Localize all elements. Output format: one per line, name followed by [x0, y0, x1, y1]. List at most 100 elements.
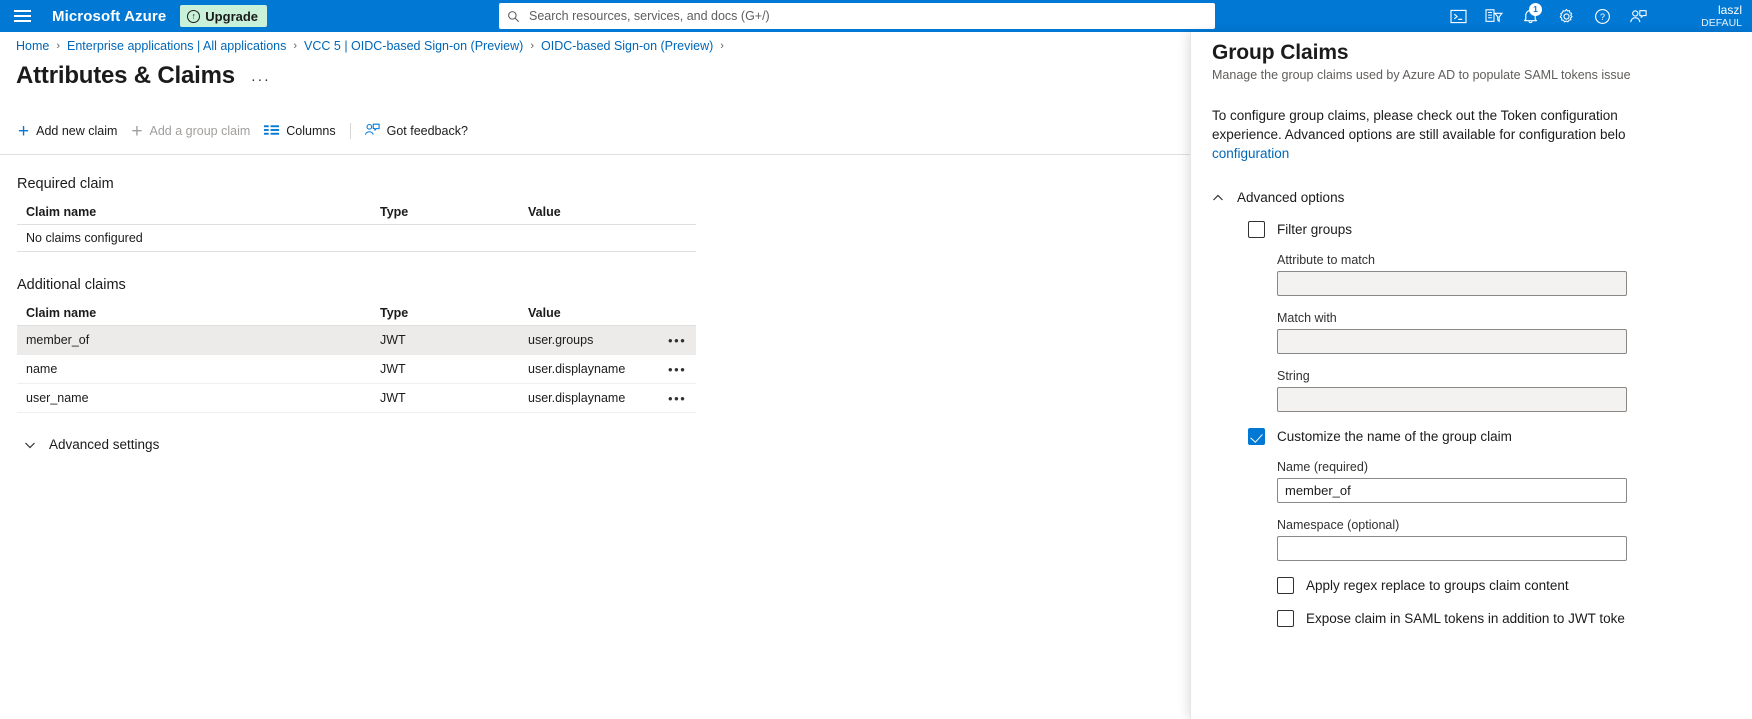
apply-regex-checkbox[interactable]: [1277, 577, 1294, 594]
table-row[interactable]: name JWT user.displayname •••: [17, 355, 696, 384]
attribute-to-match-label: Attribute to match: [1277, 253, 1375, 267]
command-bar-divider-line: [0, 154, 1190, 155]
column-header-value[interactable]: Value: [528, 205, 668, 219]
expose-saml-label: Expose claim in SAML tokens in addition …: [1306, 611, 1625, 626]
got-feedback-button[interactable]: Got feedback?: [362, 118, 480, 144]
feedback-person-icon: [364, 122, 380, 140]
advanced-settings-toggle[interactable]: Advanced settings: [24, 437, 159, 452]
column-header-value[interactable]: Value: [528, 306, 668, 320]
expose-saml-row[interactable]: Expose claim in SAML tokens in addition …: [1277, 610, 1752, 627]
cell-claim-name: name: [26, 362, 58, 376]
breadcrumb-item-enterprise-applications[interactable]: Enterprise applications | All applicatio…: [67, 39, 286, 53]
add-group-claim-label: Add a group claim: [149, 124, 251, 138]
columns-icon: [264, 124, 280, 139]
account-name: laszl: [1717, 2, 1742, 17]
command-bar: + Add new claim + Add a group claim Colu…: [16, 118, 480, 144]
table-row[interactable]: user_name JWT user.displayname •••: [17, 384, 696, 413]
cell-value: user.groups: [528, 333, 594, 347]
filter-groups-label: Filter groups: [1277, 222, 1353, 237]
name-required-input[interactable]: [1277, 478, 1627, 503]
match-with-label: Match with: [1277, 311, 1337, 325]
breadcrumb-separator-icon: ›: [720, 39, 724, 52]
filter-groups-row[interactable]: Filter groups: [1248, 221, 1752, 238]
columns-label: Columns: [286, 124, 336, 138]
brand-title[interactable]: Microsoft Azure: [44, 8, 180, 25]
account-info[interactable]: laszl DEFAUL: [1701, 0, 1748, 32]
attribute-to-match-input[interactable]: [1277, 271, 1627, 296]
breadcrumb-item-vcc5[interactable]: VCC 5 | OIDC-based Sign-on (Preview): [304, 39, 523, 53]
namespace-optional-label: Namespace (optional): [1277, 518, 1400, 532]
advanced-options-toggle[interactable]: Advanced options: [1212, 190, 1412, 205]
hamburger-menu-icon[interactable]: [0, 0, 44, 32]
name-required-label: Name (required): [1277, 460, 1369, 474]
namespace-optional-field: Namespace (optional): [1277, 518, 1752, 561]
notification-count-badge: 1: [1529, 3, 1542, 16]
token-configuration-link[interactable]: configuration: [1212, 146, 1289, 161]
directory-filter-icon[interactable]: [1476, 0, 1512, 32]
cell-type: JWT: [380, 333, 406, 347]
row-context-menu-icon[interactable]: •••: [668, 391, 696, 406]
string-label: String: [1277, 369, 1310, 383]
cell-claim-name: member_of: [26, 333, 90, 347]
row-context-menu-icon[interactable]: •••: [668, 362, 696, 377]
customize-name-row[interactable]: Customize the name of the group claim: [1248, 428, 1752, 445]
customize-name-label: Customize the name of the group claim: [1277, 429, 1512, 444]
global-search[interactable]: [499, 3, 1215, 29]
table-header-row: Claim name Type Value: [17, 199, 696, 225]
breadcrumb-separator-icon: ›: [530, 39, 534, 52]
breadcrumb-item-home[interactable]: Home: [16, 39, 49, 53]
column-header-type[interactable]: Type: [380, 306, 528, 320]
cell-type: JWT: [380, 391, 406, 405]
cell-value: user.displayname: [528, 391, 626, 405]
breadcrumb-item-oidc-signon[interactable]: OIDC-based Sign-on (Preview): [541, 39, 713, 53]
expose-saml-checkbox[interactable]: [1277, 610, 1294, 627]
breadcrumb-separator-icon: ›: [293, 39, 298, 52]
panel-subtitle: Manage the group claims used by Azure AD…: [1212, 68, 1631, 82]
required-claims-empty-row: No claims configured: [17, 225, 696, 252]
azure-portal: Microsoft Azure ↑ Upgrade Search resourc…: [0, 0, 1752, 719]
page-title: Attributes & Claims: [16, 62, 235, 89]
group-claims-panel: Group Claims Manage the group claims use…: [1190, 32, 1752, 719]
match-with-input[interactable]: [1277, 329, 1627, 354]
account-organization: DEFAUL: [1701, 16, 1742, 29]
additional-claims-heading: Additional claims: [17, 277, 126, 293]
settings-gear-icon[interactable]: [1548, 0, 1584, 32]
panel-title: Group Claims: [1212, 41, 1349, 64]
advanced-options-content: Filter groups Attribute to match Match w…: [1248, 221, 1752, 627]
page-header: Attributes & Claims ···: [16, 62, 270, 90]
panel-description-line1: To configure group claims, please check …: [1212, 108, 1618, 123]
attribute-to-match-field: Attribute to match: [1277, 253, 1752, 296]
search-input[interactable]: [527, 8, 1207, 24]
feedback-icon[interactable]: [1620, 0, 1656, 32]
upgrade-button[interactable]: ↑ Upgrade: [180, 5, 268, 27]
help-icon[interactable]: ?: [1584, 0, 1620, 32]
column-header-type[interactable]: Type: [380, 205, 528, 219]
string-input[interactable]: [1277, 387, 1627, 412]
table-row[interactable]: member_of JWT user.groups •••: [17, 326, 696, 355]
panel-body: To configure group claims, please check …: [1191, 82, 1752, 627]
columns-button[interactable]: Columns: [262, 118, 347, 144]
column-header-claim-name[interactable]: Claim name: [17, 205, 380, 219]
chevron-up-icon: [1212, 192, 1224, 204]
string-field: String: [1277, 369, 1752, 412]
cloud-shell-icon[interactable]: [1440, 0, 1476, 32]
panel-description: To configure group claims, please check …: [1212, 106, 1752, 163]
customize-name-checkbox[interactable]: [1248, 428, 1265, 445]
add-new-claim-button[interactable]: + Add new claim: [16, 118, 129, 144]
panel-description-line2: experience. Advanced options are still a…: [1212, 127, 1626, 142]
column-header-claim-name[interactable]: Claim name: [17, 306, 380, 320]
upgrade-button-label: Upgrade: [205, 8, 259, 24]
add-new-claim-label: Add new claim: [36, 124, 118, 138]
filter-groups-checkbox[interactable]: [1248, 221, 1265, 238]
plus-icon: +: [131, 120, 143, 142]
notifications-bell-icon[interactable]: 1: [1512, 0, 1548, 32]
breadcrumb-separator-icon: ›: [56, 39, 61, 52]
row-context-menu-icon[interactable]: •••: [668, 333, 696, 348]
cell-type: JWT: [380, 362, 406, 376]
got-feedback-label: Got feedback?: [386, 124, 468, 138]
svg-text:?: ?: [1600, 11, 1605, 21]
apply-regex-row[interactable]: Apply regex replace to groups claim cont…: [1277, 577, 1752, 594]
page-more-menu-icon[interactable]: ···: [251, 64, 271, 88]
namespace-optional-input[interactable]: [1277, 536, 1627, 561]
topbar-icon-group: 1 ?: [1440, 0, 1656, 32]
